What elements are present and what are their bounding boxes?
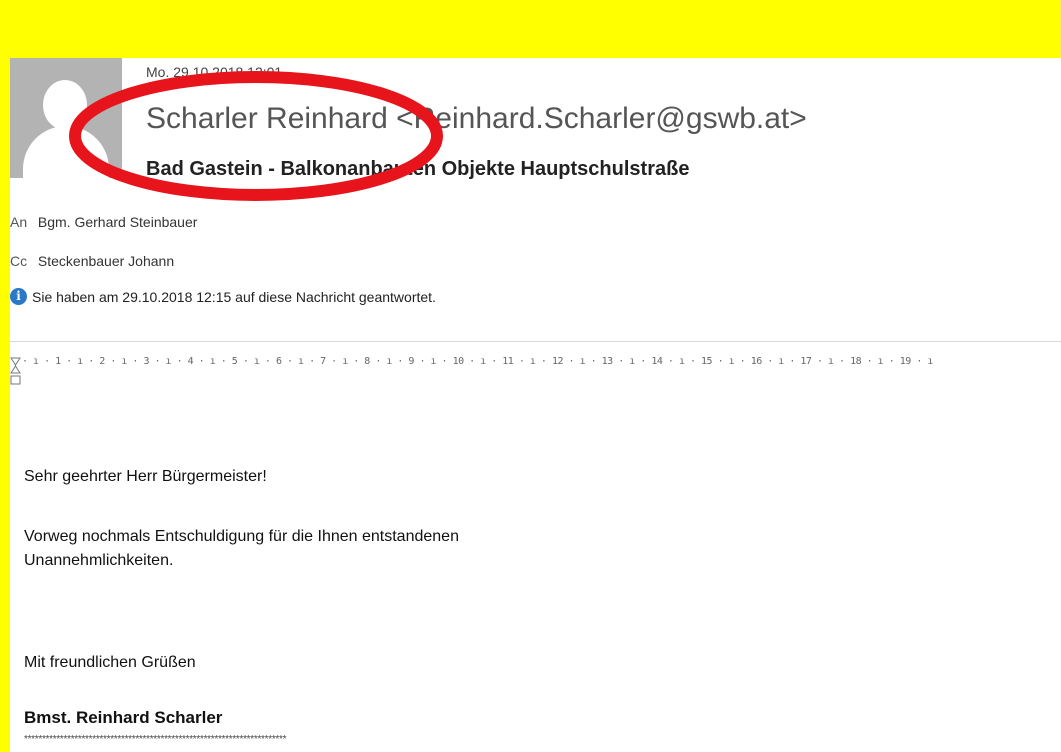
cc-row: Cc Steckenbauer Johann [10, 253, 174, 269]
ruler-scale: · ı · 1 · ı · 2 · ı · 3 · ı · 4 · ı · 5 … [22, 356, 933, 367]
avatar-head-shape [43, 80, 87, 130]
indent-marker-icon[interactable] [10, 356, 22, 386]
yellow-border [0, 58, 10, 752]
yellow-banner [0, 0, 1061, 58]
signature-separator: ****************************************… [24, 734, 287, 745]
avatar-body-shape [23, 126, 109, 178]
to-recipient[interactable]: Bgm. Gerhard Steinbauer [38, 214, 198, 230]
reply-info-text: Sie haben am 29.10.2018 12:15 auf diese … [32, 288, 436, 305]
body-closing: Mit freundlichen Grüßen [24, 654, 196, 671]
to-label: An [10, 214, 28, 230]
body-signature: Bmst. Reinhard Scharler [24, 708, 223, 727]
sender-avatar [10, 58, 122, 178]
info-icon: i [10, 288, 27, 305]
email-subject: Bad Gastein - Balkonanbauten Objekte Hau… [146, 158, 690, 180]
email-sender[interactable]: Scharler Reinhard <Reinhard.Scharler@gsw… [146, 102, 807, 136]
body-line-1: Vorweg nochmals Entschuldigung für die I… [24, 528, 459, 545]
reply-info-bar[interactable]: i Sie haben am 29.10.2018 12:15 auf dies… [10, 288, 436, 305]
email-date: Mo. 29.10.2018 12:01 [146, 64, 283, 80]
cc-label: Cc [10, 253, 28, 269]
cc-recipient[interactable]: Steckenbauer Johann [38, 253, 174, 269]
ruler[interactable]: · ı · 1 · ı · 2 · ı · 3 · ı · 4 · ı · 5 … [10, 354, 1061, 390]
body-greeting: Sehr geehrter Herr Bürgermeister! [24, 468, 267, 485]
email-view: Mo. 29.10.2018 12:01 Scharler Reinhard <… [10, 58, 1061, 752]
header-divider [10, 341, 1061, 342]
to-row: An Bgm. Gerhard Steinbauer [10, 214, 197, 230]
body-line-2: Unannehmlichkeiten. [24, 552, 174, 569]
